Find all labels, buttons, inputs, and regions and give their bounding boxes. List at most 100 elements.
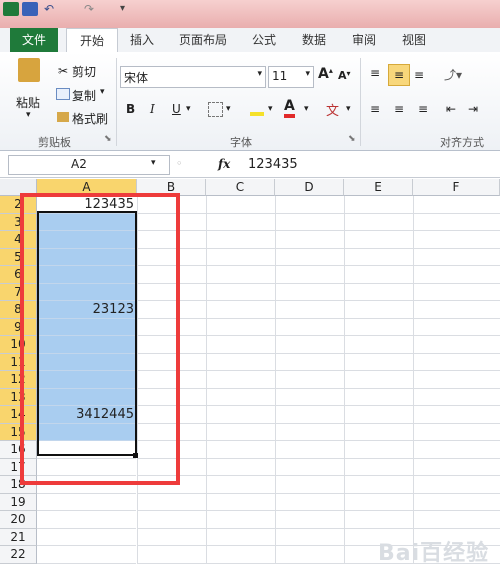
- row-header[interactable]: 19: [0, 493, 37, 511]
- bold-button[interactable]: B: [126, 102, 135, 116]
- row-header[interactable]: 20: [0, 511, 37, 529]
- column-header-d[interactable]: D: [275, 179, 344, 196]
- gridline: [137, 300, 500, 301]
- formula-bar: A2 ▾ ◦ fx 123435: [0, 153, 500, 178]
- italic-button[interactable]: I: [150, 102, 155, 116]
- font-color-button[interactable]: A: [284, 98, 295, 118]
- chevron-down-icon: ▾: [257, 69, 262, 79]
- copy-dropdown-icon[interactable]: ▾: [100, 87, 105, 97]
- gridline: [137, 212, 500, 214]
- gridline: [137, 475, 500, 476]
- row-header[interactable]: 21: [0, 528, 37, 546]
- tab-data[interactable]: 数据: [296, 28, 332, 52]
- grow-font-button[interactable]: A▴: [318, 66, 333, 82]
- selection-border: [37, 211, 137, 456]
- copy-button[interactable]: 复制: [72, 87, 96, 104]
- tab-insert[interactable]: 插入: [124, 28, 160, 52]
- watermark-logo: Bai百经验: [378, 541, 490, 566]
- fill-handle[interactable]: [133, 453, 138, 458]
- gridline: [206, 196, 207, 564]
- cell-a[interactable]: [37, 493, 136, 511]
- group-label-alignment: 对齐方式: [440, 136, 484, 149]
- paste-button[interactable]: 粘贴: [16, 94, 40, 111]
- gridline: [413, 196, 414, 564]
- group-label-font: 字体: [230, 136, 252, 149]
- phonetic-guide-icon[interactable]: 文: [326, 100, 339, 119]
- group-label-clipboard: 剪贴板: [38, 136, 71, 149]
- name-box[interactable]: A2 ▾: [8, 155, 170, 175]
- decrease-indent-icon[interactable]: ⇤: [446, 102, 456, 116]
- gridline: [137, 492, 500, 494]
- format-painter-icon[interactable]: [57, 112, 69, 122]
- gridline: [137, 457, 500, 459]
- gridline: [137, 265, 500, 266]
- clipboard-launcher-icon[interactable]: ⬊: [104, 134, 112, 144]
- gridline: [137, 282, 500, 284]
- paste-dropdown-icon[interactable]: ▾: [26, 110, 31, 120]
- gridline: [137, 247, 500, 249]
- gridline: [137, 510, 500, 511]
- copy-icon[interactable]: [56, 88, 70, 100]
- row-header[interactable]: 22: [0, 546, 37, 564]
- gridline: [137, 370, 500, 371]
- gridline: [344, 196, 345, 564]
- tab-formulas[interactable]: 公式: [246, 28, 282, 52]
- align-top-icon[interactable]: ≡: [370, 66, 380, 80]
- fill-color-icon[interactable]: [250, 100, 264, 116]
- chevron-down-icon[interactable]: ▾: [346, 104, 351, 114]
- customize-toolbar-icon[interactable]: ▾: [120, 2, 136, 16]
- ribbon-tab-bar: 文件 开始 插入 页面布局 公式 数据 审阅 视图: [0, 28, 500, 53]
- caret-down-icon: ▾: [346, 69, 351, 78]
- tab-home[interactable]: 开始: [66, 28, 118, 53]
- border-icon[interactable]: [208, 102, 223, 117]
- align-center-icon[interactable]: ≡: [394, 102, 404, 116]
- text-orientation-icon[interactable]: ⤴▾: [444, 66, 462, 83]
- cell-a[interactable]: [37, 546, 136, 564]
- paste-icon[interactable]: [18, 58, 40, 82]
- cut-icon[interactable]: ✂: [58, 64, 68, 78]
- gridline: [137, 230, 500, 231]
- font-launcher-icon[interactable]: ⬊: [348, 134, 356, 144]
- tab-review[interactable]: 审阅: [346, 28, 382, 52]
- tab-view[interactable]: 视图: [396, 28, 432, 52]
- column-header-c[interactable]: C: [206, 179, 275, 196]
- increase-indent-icon[interactable]: ⇥: [468, 102, 478, 116]
- font-name-value: 宋体: [124, 71, 149, 85]
- align-left-icon[interactable]: ≡: [370, 102, 380, 116]
- gridline: [137, 335, 500, 336]
- save-icon[interactable]: [22, 2, 38, 16]
- font-name-select[interactable]: 宋体 ▾: [120, 66, 266, 88]
- shrink-font-button[interactable]: A▾: [338, 69, 351, 82]
- chevron-down-icon: ▾: [151, 158, 156, 168]
- align-right-icon[interactable]: ≡: [418, 102, 428, 116]
- align-middle-icon[interactable]: ≡: [388, 64, 410, 86]
- column-header-e[interactable]: E: [344, 179, 413, 196]
- column-header-f[interactable]: F: [413, 179, 500, 196]
- gridline: [137, 387, 500, 389]
- font-size-select[interactable]: 11 ▾: [268, 66, 314, 88]
- formula-input[interactable]: 123435: [248, 157, 298, 172]
- chevron-down-icon: ▾: [305, 69, 310, 79]
- format-painter-button[interactable]: 格式刷: [72, 110, 108, 127]
- gridline: [137, 352, 500, 354]
- underline-button[interactable]: U: [172, 102, 181, 116]
- formula-bar-resize-icon[interactable]: ◦: [176, 157, 183, 170]
- grow-font-letter: A: [318, 66, 329, 82]
- tab-file[interactable]: 文件: [10, 28, 58, 52]
- cell-a[interactable]: [37, 528, 136, 546]
- divider: [116, 58, 117, 146]
- undo-icon[interactable]: ↶: [44, 2, 60, 16]
- chevron-down-icon[interactable]: ▾: [186, 104, 191, 114]
- excel-app-icon[interactable]: [3, 2, 19, 16]
- chevron-down-icon[interactable]: ▾: [304, 104, 309, 114]
- divider: [360, 58, 361, 146]
- redo-icon[interactable]: ↷: [84, 2, 100, 16]
- align-bottom-icon[interactable]: ≡: [414, 68, 424, 82]
- cell-a[interactable]: [37, 511, 136, 529]
- tab-page-layout[interactable]: 页面布局: [172, 28, 234, 52]
- insert-function-icon[interactable]: fx: [218, 157, 230, 171]
- chevron-down-icon[interactable]: ▾: [226, 104, 231, 114]
- gridline: [137, 422, 500, 424]
- cut-button[interactable]: 剪切: [72, 63, 96, 80]
- chevron-down-icon[interactable]: ▾: [268, 104, 273, 114]
